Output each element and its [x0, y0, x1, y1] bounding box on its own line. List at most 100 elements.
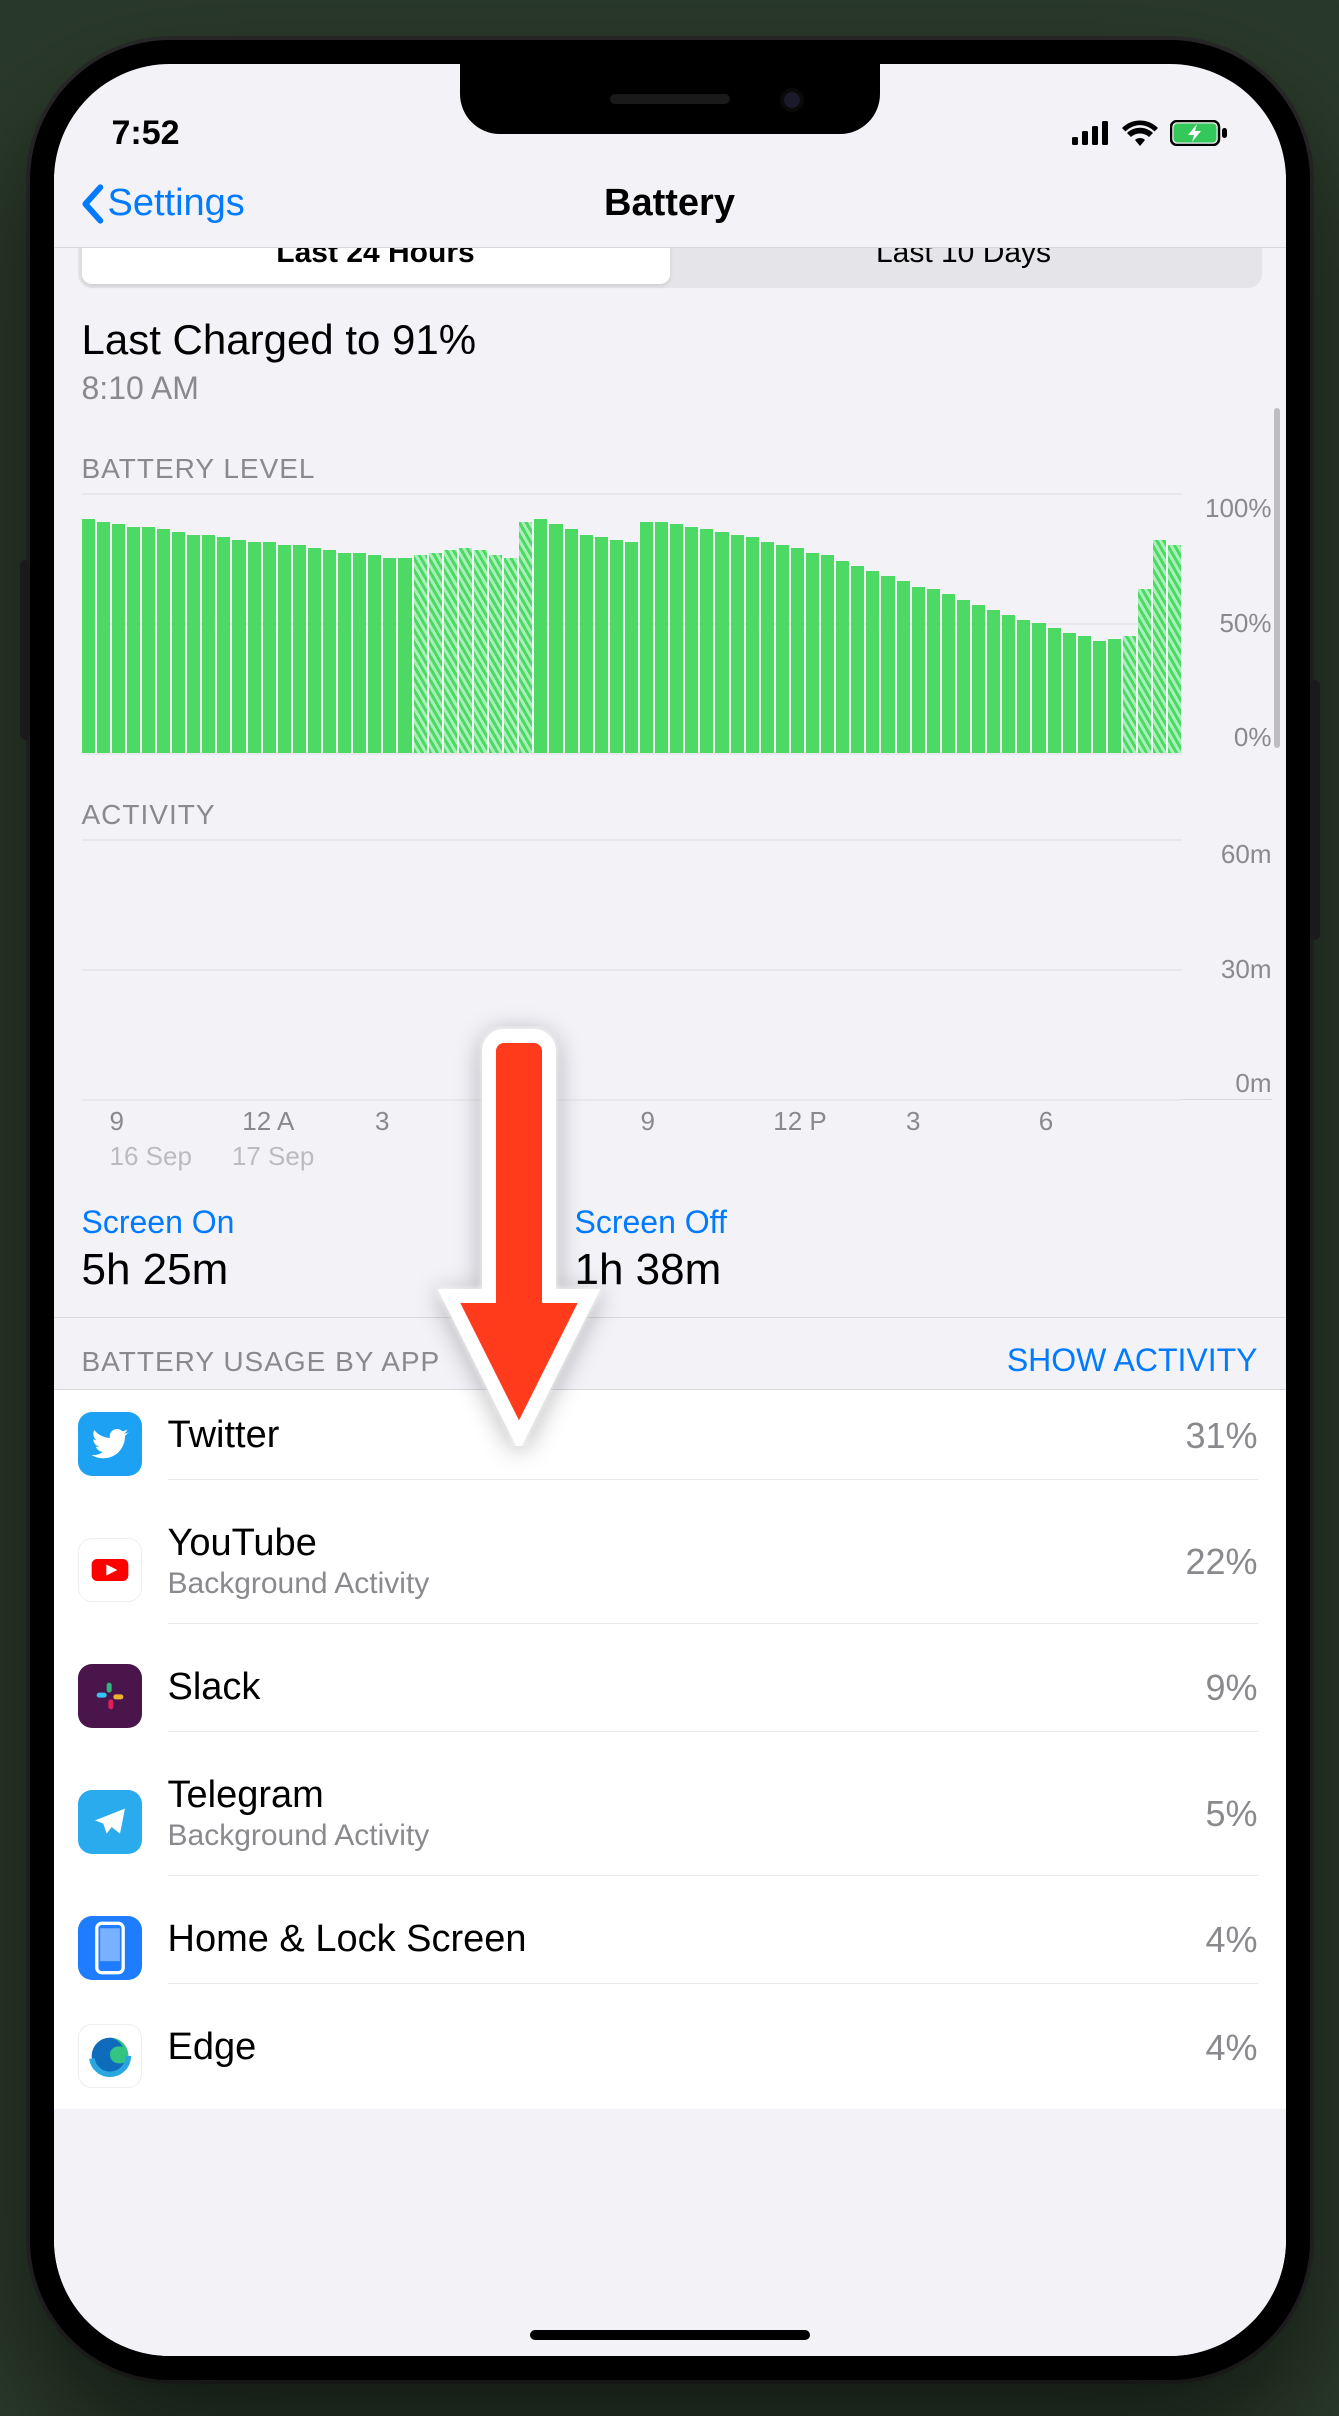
battery-bar: [172, 532, 185, 753]
back-button[interactable]: Settings: [78, 182, 245, 225]
battery-bar: [1032, 623, 1045, 753]
wifi-icon: [1122, 120, 1158, 146]
battery-bar: [987, 610, 1000, 753]
battery-bar: [398, 558, 411, 753]
home-app-icon: [78, 1916, 142, 1980]
telegram-app-icon: [78, 1790, 142, 1854]
screen-on-block: Screen On 5h 25m: [82, 1204, 235, 1295]
app-name: Telegram: [168, 1774, 1206, 1817]
battery-bar: [82, 519, 95, 753]
battery-bar: [248, 542, 261, 753]
battery-bar: [504, 558, 517, 753]
cellular-signal-icon: [1072, 121, 1110, 145]
battery-y-axis: 100% 50% 0%: [1182, 493, 1272, 753]
battery-bar: [942, 594, 955, 753]
battery-bar: [625, 542, 638, 753]
battery-bar: [565, 529, 578, 753]
edge-app-icon: [78, 2024, 142, 2088]
battery-bar: [595, 537, 608, 753]
battery-bar: [217, 537, 230, 753]
back-label: Settings: [108, 182, 245, 225]
app-subtitle: Background Activity: [168, 1567, 1186, 1601]
slack-app-icon: [78, 1664, 142, 1728]
battery-bar: [383, 558, 396, 753]
battery-bar: [715, 532, 728, 753]
notch: [460, 64, 880, 134]
app-usage-list[interactable]: Twitter31%YouTubeBackground Activity22%S…: [54, 1390, 1286, 2109]
battery-bar: [459, 548, 472, 753]
battery-charging-icon: [1170, 120, 1228, 146]
last-charged-block: Last Charged to 91% 8:10 AM: [54, 288, 1286, 407]
battery-bar: [489, 555, 502, 753]
battery-bar: [821, 555, 834, 753]
battery-bar: [640, 522, 653, 753]
battery-bar: [97, 522, 110, 753]
app-percentage: 22%: [1185, 1541, 1257, 1583]
last-charged-title: Last Charged to 91%: [82, 316, 1258, 364]
twitter-app-icon: [78, 1412, 142, 1476]
show-activity-button[interactable]: SHOW ACTIVITY: [1007, 1342, 1258, 1379]
battery-bar: [232, 540, 245, 753]
battery-bar: [927, 589, 940, 753]
battery-bar: [791, 548, 804, 753]
content-area[interactable]: Last 24 Hours Last 10 Days Last Charged …: [54, 248, 1286, 2356]
home-indicator[interactable]: [530, 2330, 810, 2340]
battery-bar: [776, 545, 789, 753]
battery-bar: [1168, 545, 1181, 753]
app-percentage: 31%: [1185, 1415, 1257, 1457]
x-axis-ticks: 912 A3912 P36: [82, 1099, 1272, 1137]
app-row-home[interactable]: Home & Lock Screen4%: [54, 1894, 1286, 2002]
tab-last-24-hours[interactable]: Last 24 Hours: [82, 248, 670, 284]
battery-bar: [746, 537, 759, 753]
app-row-youtube[interactable]: YouTubeBackground Activity22%: [54, 1498, 1286, 1642]
battery-bar: [187, 535, 200, 753]
app-name: Edge: [168, 2026, 1206, 2069]
battery-bar: [157, 529, 170, 753]
app-percentage: 4%: [1205, 1919, 1257, 1961]
battery-bar: [881, 576, 894, 753]
battery-bar: [202, 535, 215, 753]
battery-bar: [836, 561, 849, 753]
usage-header-label: BATTERY USAGE BY APP: [82, 1346, 441, 1378]
chevron-left-icon: [78, 184, 106, 224]
battery-bar: [957, 600, 970, 753]
app-name: Slack: [168, 1666, 1206, 1709]
app-row-telegram[interactable]: TelegramBackground Activity5%: [54, 1750, 1286, 1894]
youtube-app-icon: [78, 1538, 142, 1602]
battery-bar: [368, 555, 381, 753]
battery-bar: [112, 524, 125, 753]
screen: 7:52 Settings Battery Last 24 Hours Last…: [54, 64, 1286, 2356]
battery-bar: [912, 587, 925, 753]
battery-bar: [685, 527, 698, 753]
app-percentage: 9%: [1205, 1667, 1257, 1709]
battery-bar: [142, 527, 155, 753]
app-row-edge[interactable]: Edge4%: [54, 2002, 1286, 2109]
activity-totals: Screen On 5h 25m Screen Off 1h 38m: [54, 1172, 1286, 1317]
activity-chart[interactable]: 60m 30m 0m: [54, 831, 1286, 1099]
x-axis-dates: 16 Sep17 Sep: [82, 1137, 1286, 1172]
battery-bar: [414, 555, 427, 753]
app-percentage: 5%: [1205, 1793, 1257, 1835]
app-row-slack[interactable]: Slack9%: [54, 1642, 1286, 1750]
app-name: Home & Lock Screen: [168, 1918, 1206, 1961]
battery-bar: [127, 527, 140, 753]
battery-bar: [293, 545, 306, 753]
screen-on-value: 5h 25m: [82, 1245, 235, 1295]
time-range-segmented: Last 24 Hours Last 10 Days: [78, 248, 1262, 288]
battery-bar: [655, 522, 668, 753]
battery-bar: [263, 542, 276, 753]
battery-bar: [353, 553, 366, 753]
battery-bar: [534, 519, 547, 753]
battery-bar: [519, 522, 532, 753]
activity-y-axis: 60m 30m 0m: [1182, 839, 1272, 1099]
battery-bar: [610, 540, 623, 753]
battery-bar: [1048, 628, 1061, 753]
tab-last-10-days[interactable]: Last 10 Days: [670, 248, 1258, 284]
battery-bar: [1093, 641, 1106, 753]
battery-bar: [670, 524, 683, 753]
app-row-twitter[interactable]: Twitter31%: [54, 1390, 1286, 1498]
battery-level-chart[interactable]: 100% 50% 0%: [54, 485, 1286, 753]
battery-bar: [761, 542, 774, 753]
down-arrow-overlay-icon: [434, 1026, 604, 1446]
battery-bar: [866, 571, 879, 753]
